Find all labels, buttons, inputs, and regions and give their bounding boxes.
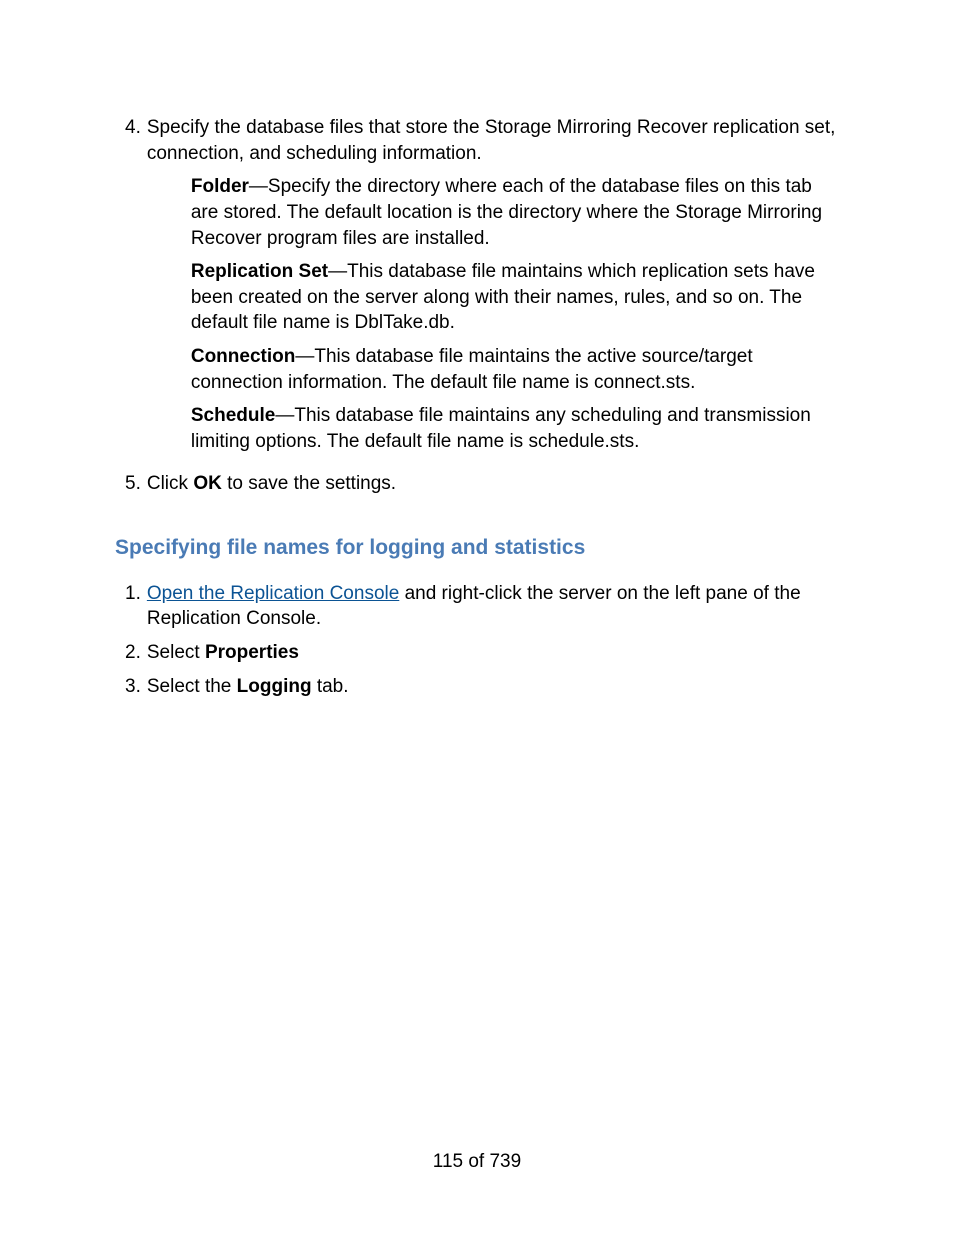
list-item-body: Select Properties <box>147 640 844 666</box>
text-bold-properties: Properties <box>205 642 299 663</box>
text-post: to save the settings. <box>222 473 396 494</box>
sub-item-schedule: Schedule—This database file maintains an… <box>191 403 842 454</box>
text-pre: Select the <box>147 676 237 697</box>
sub-item-connection: Connection—This database file maintains … <box>191 344 842 395</box>
list-item-body: Open the Replication Console and right-c… <box>147 581 844 632</box>
sub-items-group: Folder—Specify the directory where each … <box>147 174 844 454</box>
list-number: 1. <box>115 581 147 632</box>
text-pre: Click <box>147 473 193 494</box>
list-number: 3. <box>115 674 147 700</box>
list-item-body: Click OK to save the settings. <box>147 471 844 497</box>
term-description: —This database file maintains any schedu… <box>191 405 811 452</box>
list-item-2: 2. Select Properties <box>115 640 844 666</box>
page-content: 4. Specify the database files that store… <box>115 115 844 699</box>
text-pre: Select <box>147 642 205 663</box>
page-number: 115 of 739 <box>0 1149 954 1175</box>
sub-item-folder: Folder—Specify the directory where each … <box>191 174 842 251</box>
text-post: tab. <box>312 676 349 697</box>
list-item-body: Specify the database files that store th… <box>147 115 844 463</box>
list-item-text: Specify the database files that store th… <box>147 115 844 166</box>
procedure-list-2: 1. Open the Replication Console and righ… <box>115 581 844 700</box>
term-label: Schedule <box>191 405 275 426</box>
list-item-4: 4. Specify the database files that store… <box>115 115 844 463</box>
list-number: 5. <box>115 471 147 497</box>
list-number: 2. <box>115 640 147 666</box>
list-item-body: Select the Logging tab. <box>147 674 844 700</box>
list-number: 4. <box>115 115 147 463</box>
list-item-1: 1. Open the Replication Console and righ… <box>115 581 844 632</box>
sub-item-replication-set: Replication Set—This database file maint… <box>191 259 842 336</box>
list-item-5: 5. Click OK to save the settings. <box>115 471 844 497</box>
link-open-replication-console[interactable]: Open the Replication Console <box>147 583 399 604</box>
term-label: Connection <box>191 346 296 367</box>
section-heading: Specifying file names for logging and st… <box>115 534 844 562</box>
term-label: Replication Set <box>191 261 328 282</box>
text-bold-ok: OK <box>193 473 222 494</box>
list-item-3: 3. Select the Logging tab. <box>115 674 844 700</box>
term-description: —Specify the directory where each of the… <box>191 176 822 248</box>
term-label: Folder <box>191 176 249 197</box>
text-bold-logging: Logging <box>237 676 312 697</box>
procedure-list-1: 4. Specify the database files that store… <box>115 115 844 496</box>
